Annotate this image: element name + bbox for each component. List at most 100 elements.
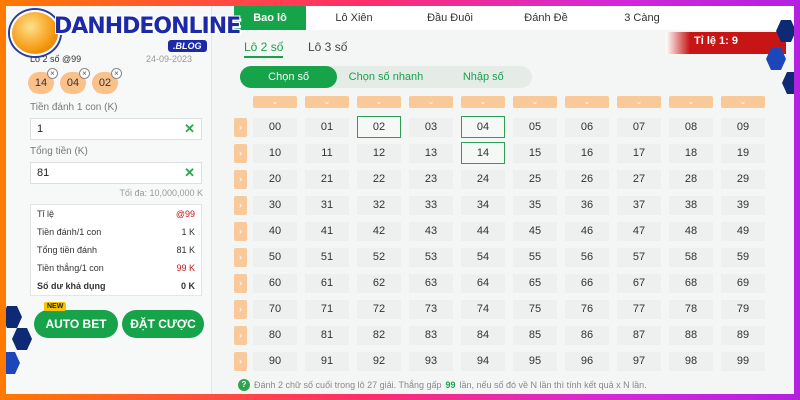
number-cell[interactable]: 55 bbox=[513, 247, 557, 267]
number-cell[interactable]: 27 bbox=[617, 169, 661, 189]
number-cell[interactable]: 97 bbox=[617, 351, 661, 371]
number-cell[interactable]: 95 bbox=[513, 351, 557, 371]
number-cell[interactable]: 00 bbox=[253, 117, 297, 137]
number-cell[interactable]: 68 bbox=[669, 273, 713, 293]
number-cell[interactable]: 13 bbox=[409, 143, 453, 163]
number-cell[interactable]: 14 bbox=[461, 142, 505, 164]
number-cell[interactable]: 30 bbox=[253, 195, 297, 215]
number-cell[interactable]: 57 bbox=[617, 247, 661, 267]
mode-option[interactable]: Chọn số bbox=[240, 66, 338, 88]
number-cell[interactable]: 11 bbox=[305, 143, 349, 163]
number-cell[interactable]: 45 bbox=[513, 221, 557, 241]
number-cell[interactable]: 12 bbox=[357, 143, 401, 163]
row-select-icon[interactable]: › bbox=[234, 221, 247, 241]
row-select-icon[interactable]: › bbox=[234, 143, 247, 163]
tab-lo-3-so[interactable]: Lô 3 số bbox=[308, 40, 347, 54]
number-cell[interactable]: 36 bbox=[565, 195, 609, 215]
number-cell[interactable]: 05 bbox=[513, 117, 557, 137]
number-cell[interactable]: 61 bbox=[305, 273, 349, 293]
number-cell[interactable]: 43 bbox=[409, 221, 453, 241]
number-cell[interactable]: 10 bbox=[253, 143, 297, 163]
number-cell[interactable]: 02 bbox=[357, 116, 401, 138]
number-cell[interactable]: 46 bbox=[565, 221, 609, 241]
number-cell[interactable]: 73 bbox=[409, 299, 453, 319]
number-cell[interactable]: 37 bbox=[617, 195, 661, 215]
tab-lo-2-so[interactable]: Lô 2 số bbox=[244, 40, 284, 58]
number-cell[interactable]: 72 bbox=[357, 299, 401, 319]
number-cell[interactable]: 39 bbox=[721, 195, 765, 215]
number-cell[interactable]: 17 bbox=[617, 143, 661, 163]
number-cell[interactable]: 53 bbox=[409, 247, 453, 267]
number-cell[interactable]: 40 bbox=[253, 221, 297, 241]
number-cell[interactable]: 33 bbox=[409, 195, 453, 215]
tab-0[interactable]: Bao lô bbox=[234, 6, 306, 30]
row-select-icon[interactable]: › bbox=[234, 195, 247, 215]
number-cell[interactable]: 38 bbox=[669, 195, 713, 215]
number-cell[interactable]: 54 bbox=[461, 247, 505, 267]
number-cell[interactable]: 16 bbox=[565, 143, 609, 163]
number-cell[interactable]: 74 bbox=[461, 299, 505, 319]
tab-3[interactable]: Đánh Đề bbox=[498, 6, 594, 30]
number-cell[interactable]: 18 bbox=[669, 143, 713, 163]
number-cell[interactable]: 62 bbox=[357, 273, 401, 293]
tab-2[interactable]: Đầu Đuôi bbox=[402, 6, 498, 30]
number-cell[interactable]: 93 bbox=[409, 351, 453, 371]
number-cell[interactable]: 31 bbox=[305, 195, 349, 215]
column-select-icon[interactable]: ⌄ bbox=[253, 96, 297, 108]
number-cell[interactable]: 19 bbox=[721, 143, 765, 163]
total-field[interactable]: 81 ✕ bbox=[30, 162, 202, 184]
remove-chip-icon[interactable]: × bbox=[47, 68, 58, 79]
number-cell[interactable]: 92 bbox=[357, 351, 401, 371]
number-cell[interactable]: 21 bbox=[305, 169, 349, 189]
number-cell[interactable]: 71 bbox=[305, 299, 349, 319]
row-select-icon[interactable]: › bbox=[234, 247, 247, 267]
number-cell[interactable]: 15 bbox=[513, 143, 557, 163]
number-cell[interactable]: 07 bbox=[617, 117, 661, 137]
number-cell[interactable]: 77 bbox=[617, 299, 661, 319]
row-select-icon[interactable]: › bbox=[234, 299, 247, 319]
row-select-icon[interactable]: › bbox=[234, 273, 247, 293]
number-cell[interactable]: 59 bbox=[721, 247, 765, 267]
number-cell[interactable]: 81 bbox=[305, 325, 349, 345]
column-select-icon[interactable]: ⌄ bbox=[357, 96, 401, 108]
row-select-icon[interactable]: › bbox=[234, 325, 247, 345]
number-cell[interactable]: 23 bbox=[409, 169, 453, 189]
number-cell[interactable]: 22 bbox=[357, 169, 401, 189]
mode-option[interactable]: Nhập số bbox=[435, 66, 532, 88]
number-cell[interactable]: 06 bbox=[565, 117, 609, 137]
remove-chip-icon[interactable]: × bbox=[79, 68, 90, 79]
number-cell[interactable]: 66 bbox=[565, 273, 609, 293]
number-cell[interactable]: 28 bbox=[669, 169, 713, 189]
column-select-icon[interactable]: ⌄ bbox=[305, 96, 349, 108]
number-cell[interactable]: 50 bbox=[253, 247, 297, 267]
mode-option[interactable]: Chọn số nhanh bbox=[337, 66, 434, 88]
number-cell[interactable]: 76 bbox=[565, 299, 609, 319]
number-cell[interactable]: 69 bbox=[721, 273, 765, 293]
number-cell[interactable]: 08 bbox=[669, 117, 713, 137]
number-cell[interactable]: 96 bbox=[565, 351, 609, 371]
number-cell[interactable]: 47 bbox=[617, 221, 661, 241]
column-select-icon[interactable]: ⌄ bbox=[721, 96, 765, 108]
number-cell[interactable]: 94 bbox=[461, 351, 505, 371]
number-cell[interactable]: 24 bbox=[461, 169, 505, 189]
number-cell[interactable]: 91 bbox=[305, 351, 349, 371]
row-select-icon[interactable]: › bbox=[234, 351, 247, 371]
place-bet-button[interactable]: ĐẶT CƯỢC bbox=[122, 310, 204, 338]
column-select-icon[interactable]: ⌄ bbox=[617, 96, 661, 108]
tab-1[interactable]: Lô Xiên bbox=[306, 6, 402, 30]
number-cell[interactable]: 42 bbox=[357, 221, 401, 241]
number-cell[interactable]: 35 bbox=[513, 195, 557, 215]
number-cell[interactable]: 85 bbox=[513, 325, 557, 345]
number-cell[interactable]: 01 bbox=[305, 117, 349, 137]
number-cell[interactable]: 63 bbox=[409, 273, 453, 293]
number-cell[interactable]: 20 bbox=[253, 169, 297, 189]
number-cell[interactable]: 75 bbox=[513, 299, 557, 319]
number-cell[interactable]: 87 bbox=[617, 325, 661, 345]
column-select-icon[interactable]: ⌄ bbox=[409, 96, 453, 108]
number-cell[interactable]: 48 bbox=[669, 221, 713, 241]
number-cell[interactable]: 67 bbox=[617, 273, 661, 293]
number-cell[interactable]: 03 bbox=[409, 117, 453, 137]
number-cell[interactable]: 60 bbox=[253, 273, 297, 293]
clear-icon[interactable]: ✕ bbox=[184, 165, 195, 181]
number-cell[interactable]: 70 bbox=[253, 299, 297, 319]
